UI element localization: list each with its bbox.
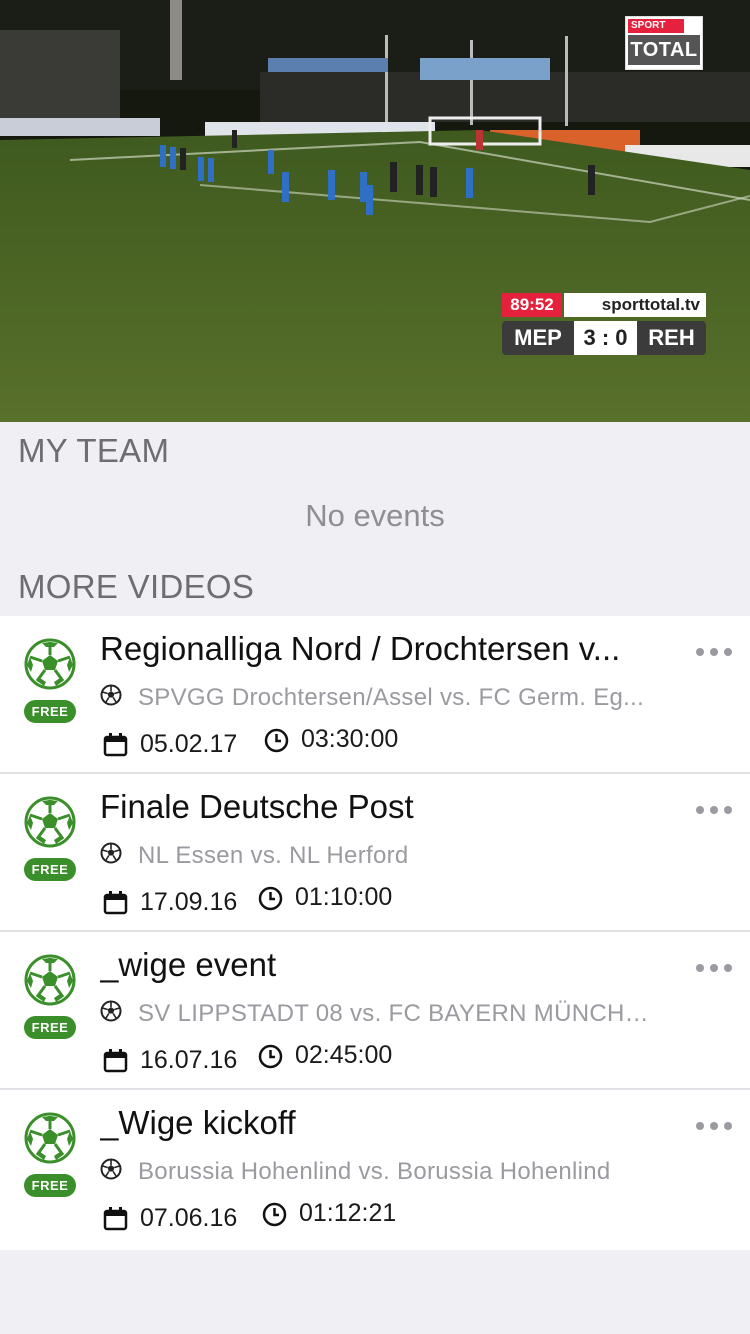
free-badge: FREE [24,858,76,881]
video-date: 17.09.16 [140,888,238,916]
soccer-ball-small-icon [100,842,122,864]
my-team-heading: MY TEAM [18,432,170,469]
away-team-code: REH [637,321,706,355]
more-dots-icon[interactable] [696,960,732,976]
video-date: 05.02.17 [140,730,238,758]
no-events-text: No events [305,498,445,533]
soccer-ball-icon [24,796,76,848]
more-dots-icon[interactable] [696,1118,732,1134]
video-duration: 03:30:00 [301,725,399,753]
video-duration: 01:12:21 [299,1199,397,1227]
soccer-ball-icon [24,638,76,690]
video-list-item[interactable]: FREE Regionalliga Nord / Drochtersen v..… [0,616,750,774]
clock-icon [264,728,289,753]
soccer-ball-icon [24,954,76,1006]
calendar-icon [103,733,128,757]
more-videos-heading: MORE VIDEOS [18,568,255,605]
score-result: 3 : 0 [574,321,637,355]
free-badge: FREE [24,1016,76,1039]
more-dots-icon[interactable] [696,644,732,660]
clock-icon [262,1202,287,1227]
match-teams: SV LIPPSTADT 08 vs. FC BAYERN MÜNCHEN [138,1000,658,1027]
home-team-code: MEP [502,321,574,355]
video-title: Finale Deutsche Post [100,788,414,825]
video-date: 16.07.16 [140,1046,238,1074]
video-duration: 01:10:00 [295,883,393,911]
logo-sport-text: SPORT [628,19,684,33]
calendar-icon [103,891,128,915]
match-clock: 89:52 [502,293,562,317]
logo-total-text: TOTAL [628,35,700,65]
video-title: _wige event [100,946,277,983]
match-teams: Borussia Hohenlind vs. Borussia Hohenlin… [138,1158,611,1185]
video-duration: 02:45:00 [295,1041,393,1069]
soccer-ball-small-icon [100,1000,122,1022]
video-player[interactable]: SPORT TOTAL 89:52 sporttotal.tv MEP 3 : … [0,0,750,422]
video-list-item[interactable]: FREE _wige event SV LIPPSTADT 08 vs. FC … [0,932,750,1090]
match-teams: SPVGG Drochtersen/Assel vs. FC Germ. Eg.… [138,684,645,711]
soccer-ball-icon [24,1112,76,1164]
match-teams: NL Essen vs. NL Herford [138,842,409,869]
video-title: _Wige kickoff [100,1104,296,1141]
calendar-icon [103,1207,128,1231]
free-badge: FREE [24,1174,76,1197]
calendar-icon [103,1049,128,1073]
video-date: 07.06.16 [140,1204,238,1232]
video-list-item[interactable]: FREE Finale Deutsche Post NL Essen vs. N… [0,774,750,932]
video-list-item[interactable]: FREE _Wige kickoff Borussia Hohenlind vs… [0,1090,750,1250]
soccer-ball-small-icon [100,1158,122,1180]
video-title: Regionalliga Nord / Drochtersen v... [100,630,621,667]
site-label: sporttotal.tv [564,293,706,317]
clock-icon [258,1044,283,1069]
sporttotal-logo: SPORT TOTAL [625,16,703,70]
more-dots-icon[interactable] [696,802,732,818]
soccer-ball-small-icon [100,684,122,706]
video-list: FREE Regionalliga Nord / Drochtersen v..… [0,616,750,1250]
clock-icon [258,886,283,911]
free-badge: FREE [24,700,76,723]
